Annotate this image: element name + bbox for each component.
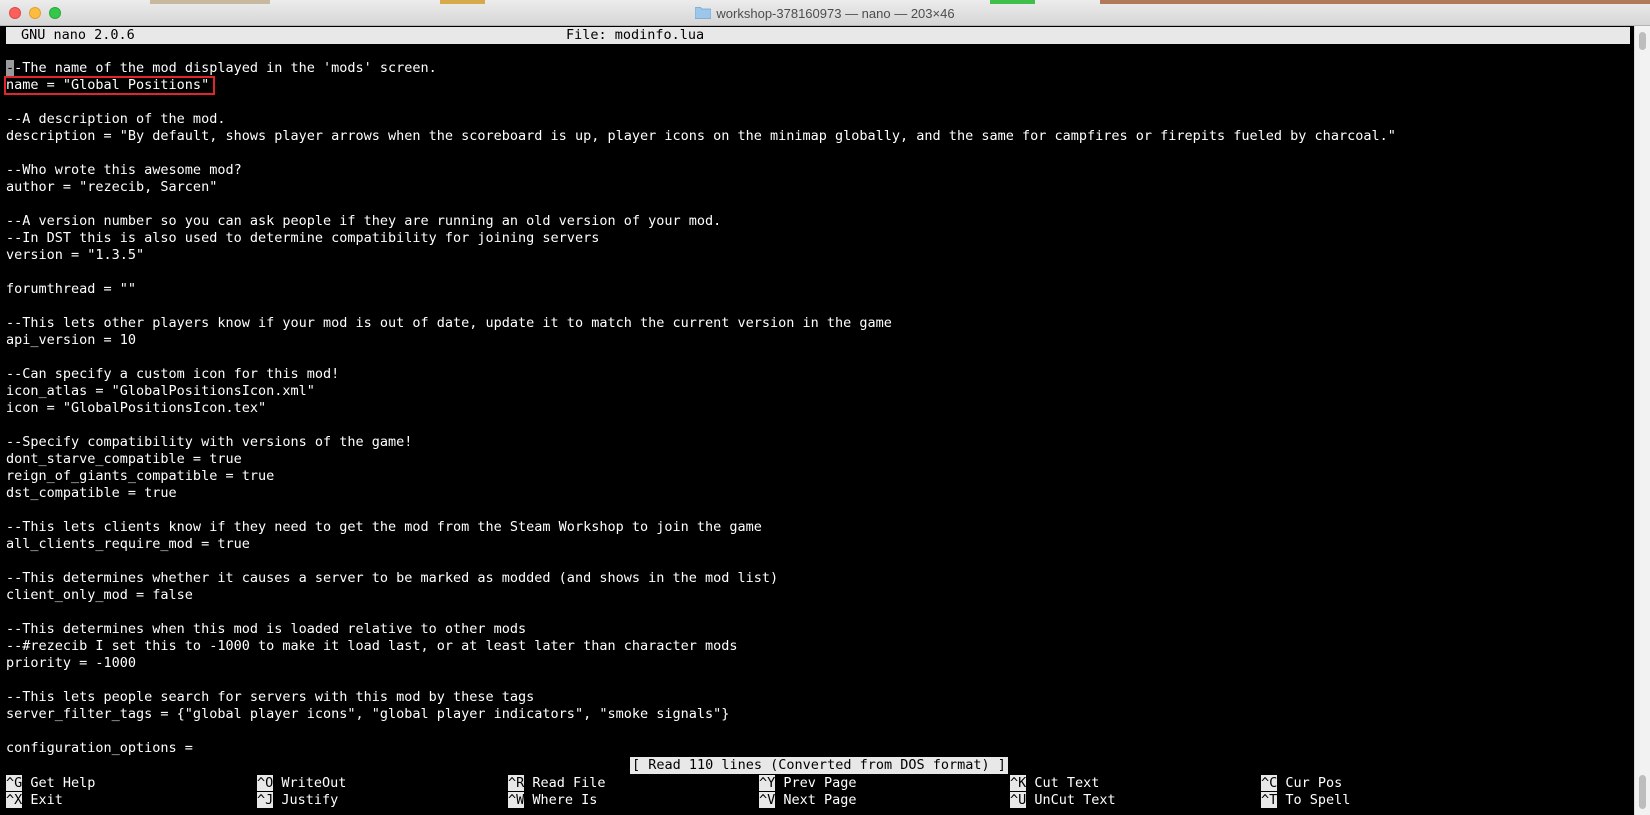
shortcut-label: Cut Text xyxy=(1026,775,1100,791)
shortcut-label: UnCut Text xyxy=(1026,792,1116,808)
code-line: --This lets people search for servers wi… xyxy=(6,689,535,705)
code-line: --Specify compatibility with versions of… xyxy=(6,434,413,450)
shortcut-label: Exit xyxy=(22,792,63,808)
shortcut-key: ^K xyxy=(1010,775,1027,791)
nano-header-bar: GNU nano 2.0.6 File: modinfo.lua xyxy=(6,27,1630,44)
shortcut-label: Justify xyxy=(273,792,339,808)
terminal-scrollbar[interactable] xyxy=(1634,26,1650,815)
scrollbar-bottom-thumb[interactable] xyxy=(1639,775,1646,809)
shortcut-item: ^C Cur Pos xyxy=(1261,775,1342,792)
shortcut-item: ^G Get Help xyxy=(6,775,95,792)
code-line: server_filter_tags = {"global player ico… xyxy=(6,706,730,722)
code-line: version = "1.3.5" xyxy=(6,247,145,263)
shortcut-item: ^W Where Is xyxy=(508,792,597,809)
code-line: reign_of_giants_compatible = true xyxy=(6,468,275,484)
code-line: --This determines when this mod is loade… xyxy=(6,621,527,637)
shortcut-item: ^J Justify xyxy=(257,792,338,809)
code-line: --The name of the mod displayed in the '… xyxy=(6,60,1626,77)
nano-version: GNU nano 2.0.6 xyxy=(21,27,135,43)
code-line: priority = -1000 xyxy=(6,655,137,671)
shortcut-item: ^K Cut Text xyxy=(1010,775,1099,792)
shortcut-item: ^Y Prev Page xyxy=(759,775,857,792)
code-line: configuration_options = xyxy=(6,740,193,756)
shortcut-label: Next Page xyxy=(775,792,857,808)
code-line: description = "By default, shows player … xyxy=(6,128,1396,144)
nano-file-name: File: modinfo.lua xyxy=(566,27,705,43)
scrollbar-top-thumb[interactable] xyxy=(1639,32,1646,50)
code-line: name = "Global Positions" xyxy=(6,77,210,93)
code-line: author = "rezecib, Sarcen" xyxy=(6,179,218,195)
window-title-area: workshop-378160973 — nano — 203×46 xyxy=(0,0,1650,26)
window-title: workshop-378160973 — nano — 203×46 xyxy=(716,5,955,21)
code-line: api_version = 10 xyxy=(6,332,137,348)
shortcut-key: ^V xyxy=(759,792,776,808)
code-line: forumthread = "" xyxy=(6,281,137,297)
shortcut-item: ^V Next Page xyxy=(759,792,857,809)
shortcut-label: Cur Pos xyxy=(1277,775,1343,791)
code-line: client_only_mod = false xyxy=(6,587,193,603)
shortcut-label: Prev Page xyxy=(775,775,857,791)
window-titlebar: workshop-378160973 — nano — 203×46 xyxy=(0,0,1650,26)
shortcut-item: ^X Exit xyxy=(6,792,63,809)
code-line-text: -The name of the mod displayed in the 'm… xyxy=(14,60,437,76)
shortcut-key: ^U xyxy=(1010,792,1027,808)
code-line: dont_starve_compatible = true xyxy=(6,451,242,467)
code-line: --This lets clients know if they need to… xyxy=(6,519,762,535)
annotation-highlight-box xyxy=(4,76,215,95)
code-line: all_clients_require_mod = true xyxy=(6,536,250,552)
shortcut-item: ^T To Spell xyxy=(1261,792,1350,809)
code-line: icon = "GlobalPositionsIcon.tex" xyxy=(6,400,267,416)
code-line: --A version number so you can ask people… xyxy=(6,213,722,229)
code-line: --This lets other players know if your m… xyxy=(6,315,892,331)
shortcut-label: Read File xyxy=(524,775,606,791)
shortcut-key: ^X xyxy=(6,792,23,808)
code-line: --Who wrote this awesome mod? xyxy=(6,162,242,178)
code-line: --#rezecib I set this to -1000 to make i… xyxy=(6,638,738,654)
shortcut-key: ^J xyxy=(257,792,274,808)
shortcut-key: ^R xyxy=(508,775,525,791)
shortcut-item: ^O WriteOut xyxy=(257,775,346,792)
shortcut-key: ^T xyxy=(1261,792,1278,808)
shortcut-label: Get Help xyxy=(22,775,96,791)
shortcut-label: WriteOut xyxy=(273,775,347,791)
nano-status-message: [ Read 110 lines (Converted from DOS for… xyxy=(630,757,1008,774)
shortcut-key: ^Y xyxy=(759,775,776,791)
code-line: --A description of the mod. xyxy=(6,111,226,127)
shortcut-key: ^O xyxy=(257,775,274,791)
shortcut-item: ^R Read File xyxy=(508,775,606,792)
shortcut-key: ^C xyxy=(1261,775,1278,791)
code-line: --This determines whether it causes a se… xyxy=(6,570,779,586)
shortcut-key: ^G xyxy=(6,775,23,791)
nano-shortcut-bar: ^G Get Help ^O WriteOut ^R Read File ^Y Pre… xyxy=(6,775,1626,809)
shortcut-key: ^W xyxy=(508,792,525,808)
terminal-area[interactable]: GNU nano 2.0.6 File: modinfo.lua --The n… xyxy=(0,26,1634,815)
code-line: dst_compatible = true xyxy=(6,485,177,501)
code-line: icon_atlas = "GlobalPositionsIcon.xml" xyxy=(6,383,315,399)
shortcut-label: Where Is xyxy=(524,792,598,808)
shortcut-label: To Spell xyxy=(1277,792,1351,808)
shortcut-item: ^U UnCut Text xyxy=(1010,792,1116,809)
code-line: --Can specify a custom icon for this mod… xyxy=(6,366,340,382)
code-line: --In DST this is also used to determine … xyxy=(6,230,600,246)
code-editor[interactable]: --The name of the mod displayed in the '… xyxy=(6,60,1626,757)
folder-icon xyxy=(695,7,712,19)
text-cursor: - xyxy=(6,60,15,76)
